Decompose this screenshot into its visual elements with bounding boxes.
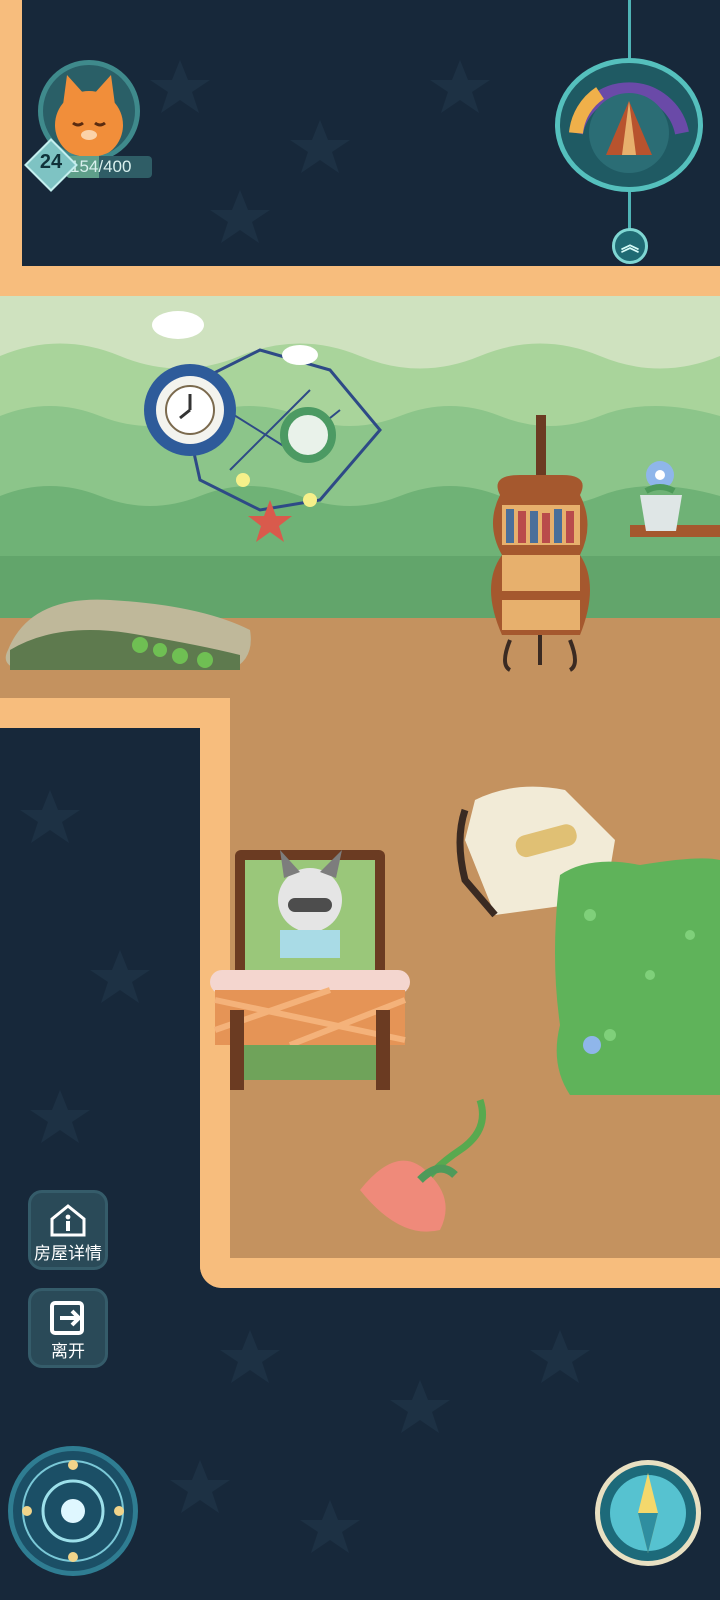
exit-door-icon	[50, 1301, 84, 1335]
wall-trim-ledge	[0, 698, 230, 728]
magic-circle-icon	[22, 1460, 124, 1562]
house-info-icon	[50, 1204, 86, 1237]
wall-trim-left	[0, 0, 22, 266]
house-details-label: 房屋详情	[34, 1244, 102, 1263]
chevron-up-double-icon: ︽	[621, 235, 639, 255]
magic-circle-button[interactable]	[8, 1446, 138, 1576]
cello-bookshelf[interactable]	[480, 415, 610, 680]
nautical-clock-decoration[interactable]	[140, 280, 400, 550]
day-night-dial-icon	[569, 82, 689, 173]
potted-blue-flower[interactable]	[630, 455, 720, 550]
xp-text: 154/400	[70, 157, 132, 176]
player-level: 24	[39, 151, 63, 173]
leave-label: 离开	[51, 1342, 85, 1361]
pink-flower-on-floor[interactable]	[360, 1090, 500, 1240]
leave-button[interactable]: 离开	[28, 1288, 108, 1368]
house-details-button[interactable]: 房屋详情	[28, 1190, 108, 1270]
grass-rug[interactable]	[550, 855, 720, 1095]
mossy-rock[interactable]	[0, 590, 260, 690]
time-dial-button[interactable]	[555, 58, 703, 192]
compass-icon	[610, 1473, 686, 1553]
bed-with-sleeping-raccoon[interactable]	[210, 850, 410, 1100]
expand-button[interactable]: ︽	[612, 228, 648, 264]
compass-button[interactable]	[595, 1460, 701, 1566]
